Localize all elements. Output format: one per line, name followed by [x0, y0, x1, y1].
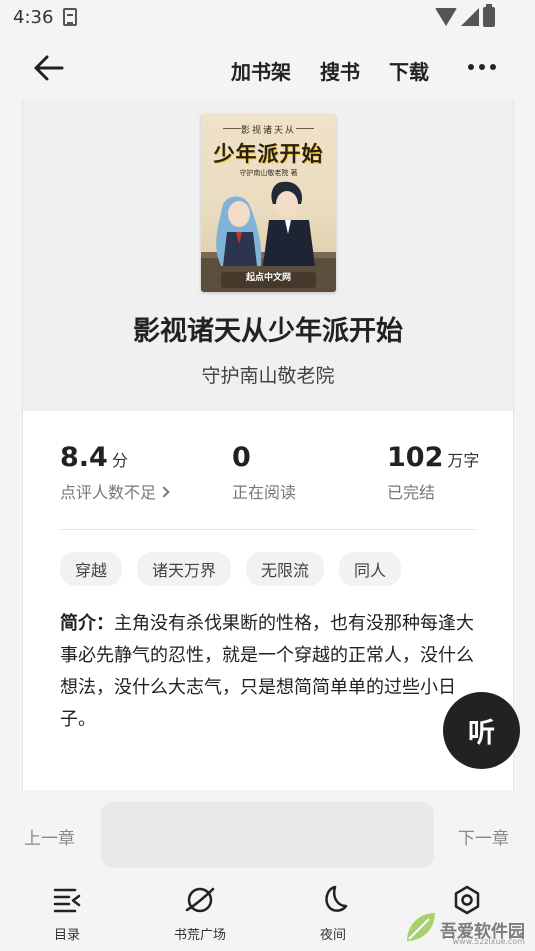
- readers-stat: 0 正在阅读: [232, 442, 296, 503]
- planet-icon: [185, 887, 215, 913]
- status-icons: [435, 8, 479, 26]
- intro-label: 简介：: [60, 613, 114, 634]
- status-label: 已完结: [387, 483, 436, 502]
- rating-label: 点评人数不足: [60, 483, 157, 502]
- readers-label: 正在阅读: [232, 483, 297, 502]
- notification-doc-icon: [63, 8, 77, 26]
- readers-value: 0: [232, 442, 251, 473]
- tab-label: 夜间: [319, 928, 346, 943]
- leaf-logo-icon: [407, 913, 435, 941]
- book-title: 影视诸天从少年派开始: [133, 316, 403, 347]
- watermark-url: www.52zixue.com: [452, 937, 525, 946]
- battery-icon: [483, 4, 495, 27]
- chapter-progress-slider[interactable]: [101, 802, 434, 868]
- watermark: 吾爱软件园 www.52zixue.com: [401, 889, 531, 949]
- book-cover[interactable]: 影视诸天从 少年派开始 守护南山敬老院 著 起点中文网: [201, 114, 336, 292]
- nav-links: 加书架 搜书 下载: [231, 56, 429, 85]
- wifi-icon: [435, 8, 457, 26]
- rating-unit: 分: [111, 451, 128, 470]
- add-to-shelf-button[interactable]: 加书架: [231, 56, 291, 85]
- book-intro: 简介：主角没有杀伐果断的性格，也有没那种每逢大事必先静气的忍性，就是一个穿越的正…: [60, 608, 480, 736]
- cover-publisher: 起点中文网: [245, 273, 291, 283]
- status-time: 4:36: [13, 7, 54, 28]
- moon-icon: [325, 885, 348, 912]
- next-chapter-button[interactable]: 下一章: [458, 824, 509, 849]
- tag-chip[interactable]: 同人: [339, 552, 402, 586]
- tag-list: 穿越 诸天万界 无限流 同人: [60, 552, 402, 586]
- status-bar: 4:36: [0, 0, 535, 36]
- tag-chip[interactable]: 诸天万界: [137, 552, 232, 586]
- book-header: 影视诸天从 少年派开始 守护南山敬老院 著 起点中文网 影视诸天从少年派开始 守…: [23, 100, 513, 411]
- signal-icon: [461, 8, 479, 26]
- cover-title: 少年派开始: [213, 142, 324, 166]
- tab-book-plaza[interactable]: 书荒广场: [165, 884, 235, 943]
- reader-controls: 上一章 下一章 目录 书荒广场 夜间 吾爱软件园 www.52zixue.com: [0, 790, 535, 951]
- divider: [60, 529, 476, 530]
- download-button[interactable]: 下载: [389, 56, 429, 85]
- intro-text: 主角没有杀伐果断的性格，也有没那种每逢大事必先静气的忍性，就是一个穿越的正常人，…: [60, 613, 474, 730]
- cover-subtitle: 影视诸天从: [240, 126, 296, 136]
- chevron-right-icon: [158, 486, 170, 498]
- back-arrow-icon[interactable]: [32, 53, 64, 83]
- tab-night-mode[interactable]: 夜间: [298, 884, 368, 943]
- list-icon: [53, 888, 81, 913]
- top-nav: 加书架 搜书 下载: [0, 36, 535, 100]
- rating-stat[interactable]: 8.4 分 点评人数不足: [60, 442, 170, 503]
- prev-chapter-button[interactable]: 上一章: [24, 824, 75, 849]
- listen-button[interactable]: 听: [443, 692, 520, 769]
- wordcount-stat: 102 万字 已完结: [387, 442, 479, 503]
- tab-label: 目录: [53, 928, 80, 943]
- tab-label: 书荒广场: [173, 928, 226, 943]
- tag-chip[interactable]: 穿越: [60, 552, 123, 586]
- search-book-button[interactable]: 搜书: [320, 56, 360, 85]
- wordcount-value: 102: [387, 442, 444, 473]
- book-author[interactable]: 守护南山敬老院: [23, 361, 513, 388]
- wordcount-unit: 万字: [447, 451, 480, 470]
- tab-catalog[interactable]: 目录: [32, 884, 102, 943]
- rating-value: 8.4: [60, 442, 108, 473]
- tag-chip[interactable]: 无限流: [246, 552, 325, 586]
- book-detail-card: 影视诸天从 少年派开始 守护南山敬老院 著 起点中文网 影视诸天从少年派开始 守…: [22, 100, 514, 790]
- more-options-icon[interactable]: [468, 64, 496, 70]
